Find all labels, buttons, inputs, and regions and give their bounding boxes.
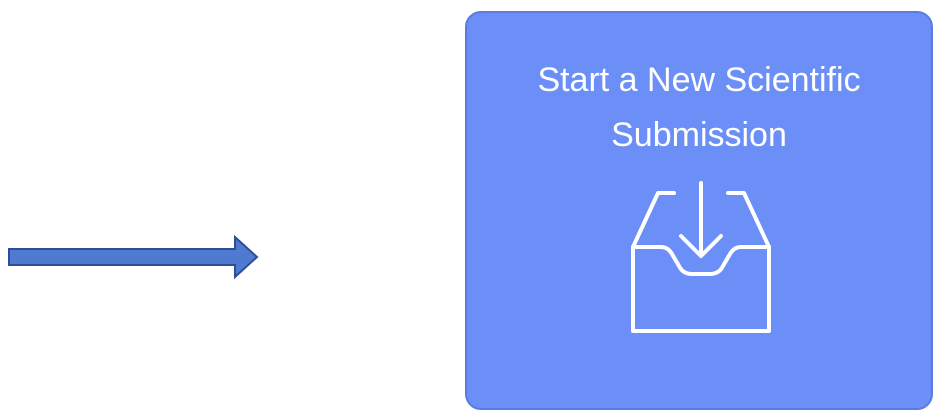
right-arrow-icon	[8, 234, 259, 280]
canvas: Start a New Scientific Submission	[0, 0, 934, 412]
start-new-submission-card[interactable]: Start a New Scientific Submission	[465, 11, 933, 410]
card-title: Start a New Scientific Submission	[537, 61, 861, 154]
arrow-shape	[8, 234, 259, 280]
inbox-download-icon	[631, 181, 771, 333]
